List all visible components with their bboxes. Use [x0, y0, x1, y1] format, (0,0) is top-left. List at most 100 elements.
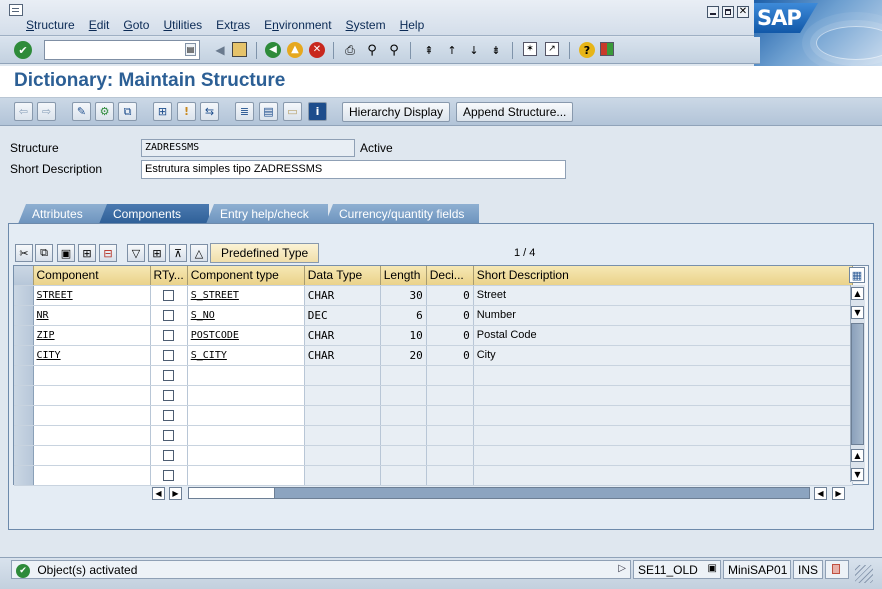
- menu-goto[interactable]: Goto: [123, 18, 149, 32]
- info-icon[interactable]: i: [308, 102, 327, 121]
- append-structure-button[interactable]: Append Structure...: [456, 102, 574, 122]
- scroll-down-top-icon[interactable]: ▼: [851, 306, 864, 319]
- cancel-icon[interactable]: ✕: [309, 42, 325, 58]
- new-session-icon[interactable]: ✶: [523, 42, 537, 56]
- close-icon[interactable]: ✕: [737, 6, 749, 18]
- column-header-rtype[interactable]: RTy...: [150, 266, 188, 286]
- vertical-scroll-thumb[interactable]: [851, 323, 864, 445]
- check-icon[interactable]: ⊞: [153, 102, 172, 121]
- system-menu-icon[interactable]: [9, 4, 23, 16]
- scroll-down-bottom-icon[interactable]: ▼: [851, 468, 864, 481]
- navigation-window-icon[interactable]: ▤: [259, 102, 278, 121]
- rtype-checkbox[interactable]: [163, 469, 175, 481]
- component-cell[interactable]: ZIP: [33, 325, 151, 346]
- horizontal-scrollbar[interactable]: [188, 487, 810, 499]
- menu-help[interactable]: Help: [400, 18, 425, 32]
- row-selector[interactable]: [14, 405, 34, 426]
- rtype-checkbox[interactable]: [163, 409, 175, 421]
- component-cell[interactable]: [33, 385, 151, 406]
- create-shortcut-icon[interactable]: ↗: [545, 42, 559, 56]
- insert-row-icon[interactable]: ⊞: [78, 244, 96, 262]
- component-type-cell[interactable]: [187, 365, 305, 386]
- menu-structure[interactable]: Structure: [26, 18, 75, 32]
- component-type-cell[interactable]: S_STREET: [187, 285, 305, 306]
- row-selector[interactable]: [14, 445, 34, 466]
- find-next-icon[interactable]: ⚲: [386, 42, 402, 58]
- activate-icon[interactable]: ⧉: [118, 102, 137, 121]
- menu-utilities[interactable]: Utilities: [163, 18, 202, 32]
- last-page-icon[interactable]: ⇟: [488, 42, 504, 58]
- menu-edit[interactable]: Edit: [89, 18, 110, 32]
- save-icon[interactable]: [232, 42, 247, 57]
- session-info-icon[interactable]: ▣: [708, 563, 717, 574]
- column-scroll-left-icon[interactable]: ◀: [152, 487, 165, 500]
- column-header-decimals[interactable]: Deci...: [426, 266, 474, 286]
- minimize-icon[interactable]: [707, 6, 719, 18]
- collapse-icon[interactable]: △: [190, 244, 208, 262]
- menu-system[interactable]: System: [346, 18, 386, 32]
- rtype-checkbox-cell[interactable]: [150, 405, 188, 426]
- status-expand-icon[interactable]: ▷: [618, 563, 626, 574]
- enter-icon[interactable]: ✔: [14, 41, 32, 59]
- component-type-cell[interactable]: [187, 445, 305, 466]
- rtype-checkbox[interactable]: [163, 289, 175, 301]
- menu-extras[interactable]: Extras: [216, 18, 250, 32]
- rtype-checkbox-cell[interactable]: [150, 285, 188, 306]
- scroll-right-icon[interactable]: ▶: [832, 487, 845, 500]
- resize-grip-icon[interactable]: [855, 565, 873, 583]
- component-type-cell[interactable]: [187, 465, 305, 486]
- print-icon[interactable]: ⎙: [342, 42, 358, 58]
- row-selector[interactable]: [14, 365, 34, 386]
- column-header-short-description[interactable]: Short Description: [473, 266, 853, 286]
- rtype-checkbox-cell[interactable]: [150, 385, 188, 406]
- back-icon[interactable]: ◀: [265, 42, 281, 58]
- forward-nav-icon[interactable]: ⇨: [37, 102, 56, 121]
- first-page-icon[interactable]: ⇞: [421, 42, 437, 58]
- component-cell[interactable]: [33, 465, 151, 486]
- row-selector[interactable]: [14, 345, 34, 366]
- column-scroll-right-icon[interactable]: ▶: [169, 487, 182, 500]
- hierarchy-display-button[interactable]: Hierarchy Display: [342, 102, 451, 122]
- activate-object-icon[interactable]: !: [177, 102, 196, 121]
- rtype-checkbox[interactable]: [163, 369, 175, 381]
- scroll-left-icon[interactable]: ◀: [814, 487, 827, 500]
- column-header-component[interactable]: Component: [33, 266, 151, 286]
- rtype-checkbox-cell[interactable]: [150, 365, 188, 386]
- customize-layout-icon[interactable]: [600, 42, 614, 56]
- rtype-checkbox[interactable]: [163, 429, 175, 441]
- input-mode[interactable]: INS: [793, 560, 823, 579]
- component-cell[interactable]: CITY: [33, 345, 151, 366]
- component-type-cell[interactable]: [187, 425, 305, 446]
- short-description-field[interactable]: Estrutura simples tipo ZADRESSMS: [141, 160, 566, 179]
- tab-components[interactable]: Components: [99, 204, 209, 224]
- rtype-checkbox[interactable]: [163, 329, 175, 341]
- rtype-checkbox-cell[interactable]: [150, 305, 188, 326]
- row-selector[interactable]: [14, 305, 34, 326]
- component-type-cell[interactable]: [187, 405, 305, 426]
- row-selector[interactable]: [14, 325, 34, 346]
- paste-icon[interactable]: ▣: [57, 244, 75, 262]
- component-type-cell[interactable]: S_CITY: [187, 345, 305, 366]
- tab-entry-help-check[interactable]: Entry help/check: [206, 204, 328, 224]
- component-cell[interactable]: [33, 425, 151, 446]
- rtype-checkbox-cell[interactable]: [150, 325, 188, 346]
- rtype-checkbox[interactable]: [163, 349, 175, 361]
- component-cell[interactable]: NR: [33, 305, 151, 326]
- back-nav-icon[interactable]: ⇦: [14, 102, 33, 121]
- back-arrow-icon[interactable]: ◀: [212, 42, 228, 58]
- status-message-box[interactable]: ✔ Object(s) activated ▷: [11, 560, 631, 579]
- other-object-icon[interactable]: ⚙: [95, 102, 114, 121]
- table-settings-icon[interactable]: ▦: [849, 267, 865, 283]
- predefined-type-button[interactable]: Predefined Type: [210, 243, 320, 263]
- filter-icon[interactable]: ▽: [127, 244, 145, 262]
- component-cell[interactable]: [33, 445, 151, 466]
- display-object-icon[interactable]: ▭: [283, 102, 302, 121]
- menu-environment[interactable]: Environment: [264, 18, 331, 32]
- next-page-icon[interactable]: ↓: [466, 42, 482, 58]
- column-header-data-type[interactable]: Data Type: [304, 266, 381, 286]
- exit-icon[interactable]: ▲: [287, 42, 303, 58]
- component-type-cell[interactable]: S_NO: [187, 305, 305, 326]
- tab-currency-quantity-fields[interactable]: Currency/quantity fields: [325, 204, 479, 224]
- object-list-icon[interactable]: ≣: [235, 102, 254, 121]
- rtype-checkbox[interactable]: [163, 309, 175, 321]
